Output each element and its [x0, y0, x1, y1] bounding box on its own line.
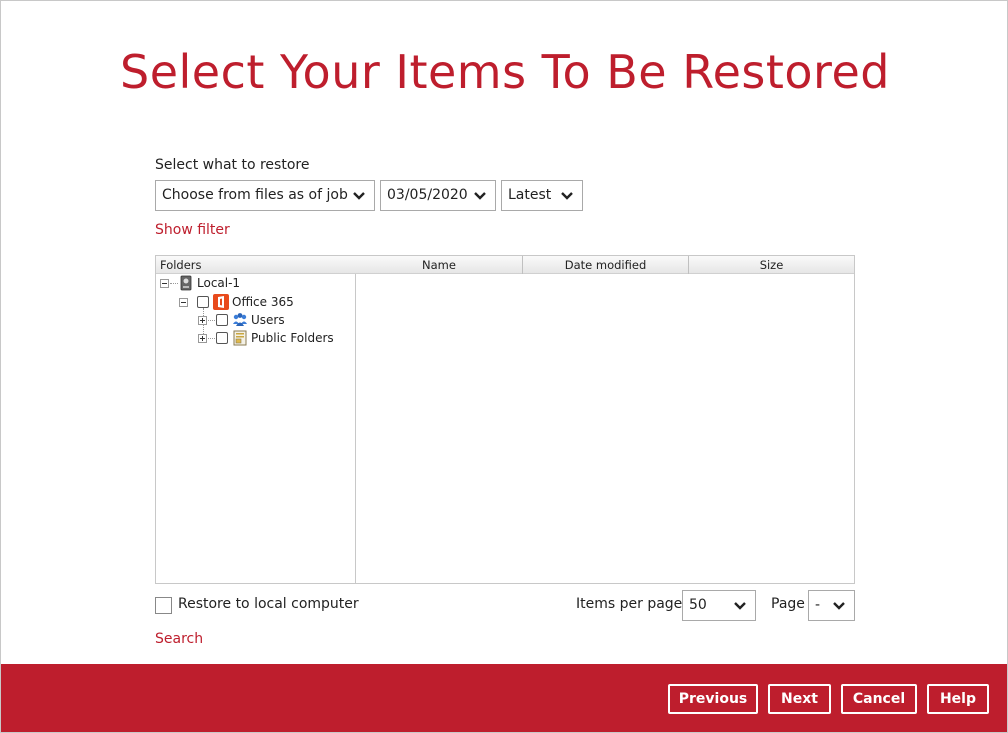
tree-item-public-folders[interactable]: Public Folders: [156, 330, 356, 347]
folders-header: Folders: [156, 256, 356, 274]
tree-checkbox[interactable]: [216, 314, 228, 326]
items-per-page-label: Items per page: [576, 596, 683, 612]
chevron-down-icon: [561, 192, 573, 200]
column-size[interactable]: Size: [689, 256, 854, 274]
restore-version-select[interactable]: Latest: [501, 180, 583, 211]
folders-pane[interactable]: Folders Local-1 Office 365 Users Public …: [156, 256, 356, 583]
tree-checkbox[interactable]: [197, 296, 209, 308]
show-filter-link[interactable]: Show filter: [155, 222, 230, 238]
restore-version-value: Latest: [508, 187, 552, 203]
files-header: Name Date modified Size: [356, 256, 854, 274]
restore-window: Select Your Items To Be Restored Select …: [0, 0, 1008, 733]
collapse-icon[interactable]: [160, 279, 169, 288]
items-per-page-select[interactable]: 50: [682, 590, 756, 621]
tree-item-label: Users: [251, 313, 285, 327]
cancel-button[interactable]: Cancel: [841, 684, 917, 714]
previous-button[interactable]: Previous: [668, 684, 758, 714]
restore-local-checkbox[interactable]: [155, 597, 172, 614]
restore-label: Select what to restore: [155, 157, 310, 173]
tree-checkbox[interactable]: [216, 332, 228, 344]
tree-item-label: Public Folders: [251, 331, 334, 345]
page-title: Select Your Items To Be Restored: [120, 45, 890, 99]
help-button[interactable]: Help: [927, 684, 989, 714]
tree-item-users[interactable]: Users: [156, 312, 356, 329]
users-icon: [233, 313, 247, 326]
tree-item-label: Local-1: [197, 276, 241, 290]
chevron-down-icon: [353, 192, 365, 200]
restore-local-label: Restore to local computer: [178, 596, 359, 612]
tree-item-label: Office 365: [232, 295, 294, 309]
chevron-down-icon: [734, 602, 746, 610]
page-label: Page: [771, 596, 805, 612]
page-select[interactable]: -: [808, 590, 855, 621]
tree-connector: [208, 338, 215, 339]
page-value: -: [815, 597, 821, 613]
drive-icon: [180, 275, 192, 291]
expand-icon[interactable]: [198, 334, 207, 343]
expand-icon[interactable]: [198, 316, 207, 325]
chevron-down-icon: [833, 602, 845, 610]
chevron-down-icon: [474, 192, 486, 200]
restore-mode-select[interactable]: Choose from files as of job: [155, 180, 375, 211]
search-link[interactable]: Search: [155, 631, 203, 647]
tree-item-local[interactable]: Local-1: [156, 275, 356, 292]
file-browser: Folders Local-1 Office 365 Users Public …: [155, 255, 855, 584]
tree-connector: [208, 320, 215, 321]
tree-item-office365[interactable]: Office 365: [156, 294, 356, 311]
restore-date-select[interactable]: 03/05/2020: [380, 180, 496, 211]
items-per-page-value: 50: [689, 597, 707, 613]
office365-icon: [213, 294, 229, 310]
collapse-icon[interactable]: [179, 298, 188, 307]
public-folders-icon: [233, 330, 247, 346]
column-name[interactable]: Name: [356, 256, 523, 274]
files-pane[interactable]: Name Date modified Size: [356, 256, 854, 583]
restore-date-value: 03/05/2020: [387, 187, 468, 203]
restore-mode-value: Choose from files as of job: [162, 187, 348, 203]
column-date-modified[interactable]: Date modified: [523, 256, 689, 274]
next-button[interactable]: Next: [768, 684, 831, 714]
footer-bar: Previous Next Cancel Help: [1, 664, 1007, 732]
tree-connector: [170, 283, 178, 284]
